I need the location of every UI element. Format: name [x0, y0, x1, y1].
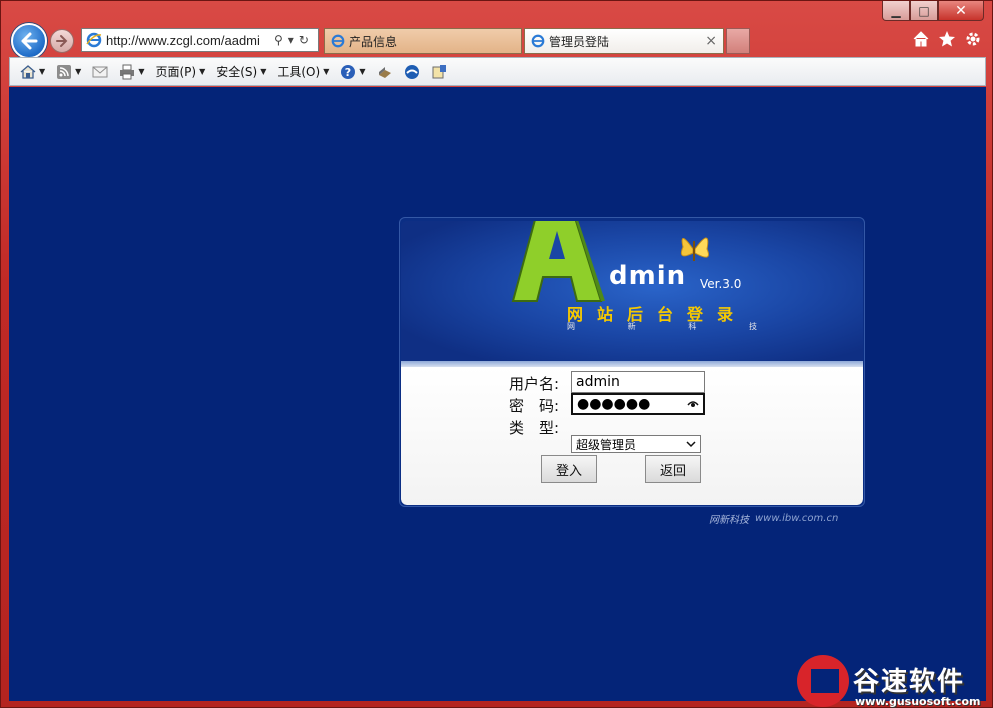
chevron-down-icon: ▼: [359, 67, 366, 76]
watermark-logo-icon: [797, 655, 849, 707]
refresh-icon[interactable]: ↻: [299, 33, 309, 47]
window-controls: ▁ □ ✕: [882, 1, 984, 21]
globe-icon: [404, 64, 419, 79]
watermark-name: 谷速软件: [853, 667, 966, 697]
chevron-down-icon: ▼: [323, 67, 330, 76]
settings-gear-icon[interactable]: [964, 30, 982, 48]
printer-icon: [120, 64, 135, 79]
research-button[interactable]: [373, 61, 397, 83]
chevron-down-icon: ▼: [75, 67, 82, 76]
address-bar[interactable]: http://www.zcgl.com/aadmi ⚲ ▾ ↻: [81, 28, 319, 52]
tab-admin-login[interactable]: 管理员登陆 ×: [524, 28, 724, 54]
forward-button[interactable]: [50, 29, 74, 53]
browser-window: ▁ □ ✕ http://www.zcgl.com/aadmi ⚲ ▾ ↻ 产品…: [0, 0, 993, 708]
mail-icon: [92, 66, 108, 77]
svg-text:?: ?: [345, 66, 351, 79]
username-input[interactable]: admin: [571, 371, 705, 393]
close-button[interactable]: ✕: [938, 1, 984, 21]
help-icon: ?: [341, 64, 356, 79]
favorites-star-icon[interactable]: [938, 30, 956, 48]
home-icon[interactable]: [912, 30, 930, 48]
addon-icon: [432, 64, 446, 78]
browser-right-icons: [912, 30, 982, 48]
chevron-down-icon: ▼: [199, 67, 206, 76]
home-menu[interactable]: ▼: [16, 61, 49, 83]
password-input[interactable]: ●●●●●●: [571, 393, 705, 415]
print-menu[interactable]: ▼: [115, 61, 148, 83]
feeds-menu[interactable]: ▼: [52, 61, 85, 83]
messenger-button[interactable]: [400, 61, 424, 83]
watermark: 谷速软件 www.gusuosoft.com: [797, 655, 987, 708]
address-input[interactable]: http://www.zcgl.com/aadmi: [106, 33, 270, 48]
research-book-icon: [378, 66, 391, 78]
login-subtitle: 网 新 科 技: [567, 321, 757, 332]
safety-menu[interactable]: 安全(S) ▼: [212, 61, 270, 83]
minimize-button[interactable]: ▁: [882, 1, 910, 21]
sub-char: 技: [748, 322, 757, 331]
back-arrow-icon: [21, 32, 38, 50]
page-menu-label: 页面(P): [155, 65, 197, 79]
back-button[interactable]: [11, 23, 47, 59]
forward-arrow-icon: [56, 35, 68, 47]
user-type-select[interactable]: 超级管理员: [571, 435, 701, 453]
username-label: 用户名:: [509, 375, 560, 393]
search-icon[interactable]: ⚲: [274, 33, 283, 47]
addon-button[interactable]: [427, 61, 451, 83]
chevron-down-icon: ▼: [39, 67, 46, 76]
address-dropdown-icon[interactable]: ▾: [288, 33, 294, 47]
chevron-down-icon: ▼: [138, 67, 145, 76]
ie-tab-icon: [331, 34, 345, 48]
mail-button[interactable]: [88, 61, 112, 83]
tab-label: 产品信息: [349, 34, 398, 49]
tools-menu-label: 工具(O): [277, 65, 321, 79]
chevron-down-icon: ▼: [260, 67, 267, 76]
ie-page-icon: [86, 32, 102, 48]
password-label: 密 码:: [509, 397, 560, 415]
safety-menu-label: 安全(S): [216, 65, 258, 79]
command-bar: ▼ ▼ ▼ 页面(P) ▼ 安全(S) ▼ 工具(O) ▼ ? ▼: [9, 57, 986, 86]
type-label: 类 型:: [509, 419, 560, 437]
password-value: ●●●●●●: [577, 396, 651, 412]
watermark-url: www.gusuosoft.com: [855, 695, 981, 708]
company-url: www.ibw.com.cn: [755, 513, 839, 524]
admin-a-logo-icon: [511, 221, 605, 302]
new-tab-button[interactable]: [726, 28, 750, 54]
login-form: 用户名: admin 密 码: ●●●●●● 类 型: 超级管理员 登入 返回: [401, 367, 863, 505]
tab-close-icon[interactable]: ×: [705, 33, 717, 49]
reveal-password-icon[interactable]: [687, 399, 699, 409]
rss-feed-icon: [57, 64, 72, 79]
maximize-button[interactable]: □: [910, 1, 938, 21]
page-menu[interactable]: 页面(P) ▼: [151, 61, 209, 83]
login-button[interactable]: 登入: [541, 455, 597, 483]
home-icon: [20, 64, 36, 79]
tools-menu[interactable]: 工具(O) ▼: [273, 61, 333, 83]
tab-label: 管理员登陆: [549, 34, 610, 49]
page-content: dmin Ver.3.0 网站后台登录 网 新 科 技 用户名: admin 密…: [9, 87, 986, 701]
tab-product-info[interactable]: 产品信息: [324, 28, 522, 54]
butterfly-icon: [680, 237, 709, 261]
navigation-row: http://www.zcgl.com/aadmi ⚲ ▾ ↻ 产品信息 管理员…: [9, 21, 986, 59]
back-button-form[interactable]: 返回: [645, 455, 701, 483]
sub-char: 科: [688, 322, 697, 331]
sub-char: 新: [627, 322, 636, 331]
sub-char: 网: [567, 322, 575, 331]
user-type-value: 超级管理员: [576, 437, 637, 452]
help-menu[interactable]: ? ▼: [336, 61, 369, 83]
chevron-down-icon: [686, 441, 696, 448]
login-panel: dmin Ver.3.0 网站后台登录 网 新 科 技 用户名: admin 密…: [401, 221, 863, 505]
version-label: Ver.3.0: [700, 277, 742, 291]
login-header: dmin Ver.3.0 网站后台登录 网 新 科 技: [401, 221, 863, 367]
company-logo: 网新科技: [709, 515, 749, 526]
company-footer: 网新科技 www.ibw.com.cn: [709, 511, 838, 526]
ie-tab-icon: [531, 34, 545, 48]
